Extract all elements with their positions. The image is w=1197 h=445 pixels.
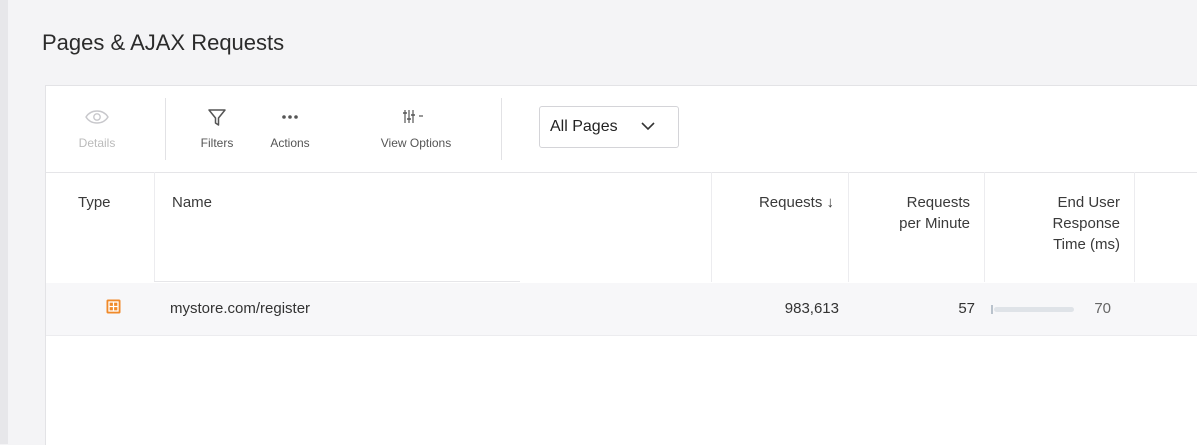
filters-label: Filters (200, 136, 234, 150)
table-row[interactable]: mystore.com/register 983,613 57 70 (46, 283, 1197, 336)
column-header-requests-label: Requests ↓ (758, 194, 834, 211)
column-header-eurt-line: End User (1057, 194, 1120, 211)
view-options-label: View Options (380, 136, 452, 150)
column-header-requests-per-minute[interactable]: Requests per Minute (849, 172, 985, 282)
response-time-bar (994, 307, 1074, 312)
page-filter-dropdown[interactable]: All Pages (539, 106, 679, 148)
column-header-eurt-line: Response (1052, 215, 1120, 232)
header-divider (154, 281, 520, 282)
filters-button[interactable]: Filters (192, 104, 242, 150)
toolbar-divider (501, 98, 502, 160)
chevron-down-icon (640, 118, 656, 136)
column-header-name[interactable]: Name (154, 172, 712, 282)
response-bar-fill (991, 305, 993, 314)
column-header-type[interactable]: Type (46, 172, 154, 282)
details-button[interactable]: Details (72, 104, 122, 150)
row-requests: 983,613 (784, 300, 839, 317)
row-name-link[interactable]: mystore.com/register (170, 283, 310, 335)
actions-button[interactable]: Actions (260, 104, 320, 150)
column-header-eurt-line: Time (ms) (1053, 236, 1120, 253)
column-header-name-label: Name (172, 194, 213, 211)
more-icon (260, 104, 320, 130)
column-header-requests[interactable]: Requests ↓ (712, 172, 849, 282)
eye-icon (72, 104, 122, 130)
left-edge (0, 0, 8, 444)
view-options-button[interactable]: View Options (361, 104, 471, 150)
page-icon (106, 299, 121, 314)
page-filter-value: All Pages (550, 118, 618, 135)
toolbar: Details Filters Actions View Options All… (46, 86, 1197, 173)
details-label: Details (78, 136, 116, 150)
row-end-user-response-time: 70 (1094, 300, 1111, 317)
column-header-type-label: Type (78, 194, 111, 211)
sliders-icon (361, 104, 471, 130)
filter-icon (192, 104, 242, 130)
page-title: Pages & AJAX Requests (42, 30, 285, 55)
column-header-rpm-line: Requests (906, 194, 970, 211)
toolbar-divider (165, 98, 166, 160)
requests-panel: Details Filters Actions View Options All… (45, 85, 1197, 445)
row-requests-per-minute: 57 (958, 300, 975, 317)
column-header-end-user-response-time[interactable]: End User Response Time (ms) (985, 172, 1135, 282)
column-header-rpm-line: per Minute (899, 215, 970, 232)
actions-label: Actions (270, 136, 310, 150)
